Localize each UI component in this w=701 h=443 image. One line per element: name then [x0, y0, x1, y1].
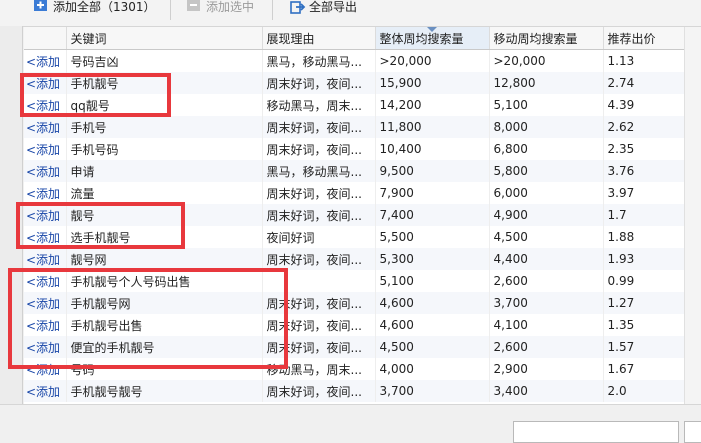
- highlight-box: [8, 268, 288, 369]
- highlight-box: [20, 73, 171, 117]
- keyword-cell: 手机靓号靓号: [66, 380, 263, 402]
- mobile-volume-cell: 2,900: [489, 358, 604, 380]
- keyword-cell: 靓号网: [66, 248, 263, 270]
- add-selected-icon: [187, 0, 201, 12]
- mobile-volume-cell: 5,100: [489, 94, 604, 116]
- total-volume-cell: 15,900: [375, 72, 490, 94]
- total-volume-cell: 10,400: [375, 138, 490, 160]
- reason-cell: 周末好词，夜间...: [262, 380, 376, 402]
- table-row[interactable]: <添加 号码吉凶 黑马，移动黑马... >20,000 >20,000 1.13: [24, 49, 701, 72]
- mobile-volume-cell: 3,700: [489, 292, 604, 314]
- keyword-cell: 手机号码: [66, 138, 263, 160]
- add-link[interactable]: <添加: [24, 138, 67, 160]
- export-all-label: 全部导出: [309, 0, 358, 14]
- export-all-button[interactable]: 全部导出: [290, 0, 357, 20]
- toolbar: 添加全部（1301） 添加选中 全部导出: [0, 0, 701, 27]
- table-row[interactable]: <添加 流量 周末好词，夜间... 7,900 6,000 3.97: [24, 182, 701, 204]
- mobile-volume-cell: 4,500: [489, 226, 604, 248]
- reason-cell: 周末好词，夜间...: [262, 116, 376, 138]
- reason-cell: 周末好词，夜间...: [262, 182, 376, 204]
- keyword-cell: 申请: [66, 160, 263, 182]
- total-volume-cell: 7,400: [375, 204, 490, 226]
- table-row[interactable]: <添加 手机号 周末好词，夜间... 11,800 8,000 2.62: [24, 116, 701, 138]
- mobile-volume-cell: 2,600: [489, 270, 604, 292]
- keyword-cell: 手机号: [66, 116, 263, 138]
- keyword-cell: 号码吉凶: [66, 49, 263, 72]
- column-header-mobile-volume[interactable]: 移动周均搜索量: [489, 27, 604, 50]
- add-link[interactable]: <添加: [24, 116, 67, 138]
- toolbar-divider: [272, 0, 273, 20]
- total-volume-cell: >20,000: [375, 49, 490, 72]
- status-bar: [0, 404, 701, 443]
- table-row[interactable]: <添加 申请 黑马，移动黑马... 9,500 5,800 3.76: [24, 160, 701, 182]
- status-field: [684, 421, 701, 443]
- total-volume-cell: 7,900: [375, 182, 490, 204]
- add-all-label: 添加全部（1301）: [53, 0, 156, 14]
- add-link[interactable]: <添加: [24, 248, 67, 270]
- reason-cell: 黑马，移动黑马...: [262, 160, 376, 182]
- add-selected-button[interactable]: 添加选中: [187, 0, 254, 20]
- column-header-total-volume-label: 整体周均搜索量: [379, 31, 464, 46]
- table-row[interactable]: <添加 靓号网 周末好词，夜间... 5,300 4,400 1.93: [24, 248, 701, 270]
- mobile-volume-cell: 8,000: [489, 116, 604, 138]
- vertical-scrollbar[interactable]: [684, 27, 701, 404]
- mobile-volume-cell: 5,800: [489, 160, 604, 182]
- mobile-volume-cell: 12,800: [489, 72, 604, 94]
- mobile-volume-cell: >20,000: [489, 49, 604, 72]
- table-row[interactable]: <添加 手机号码 周末好词，夜间... 10,400 6,800 2.35: [24, 138, 701, 160]
- reason-cell: 周末好词，夜间...: [262, 248, 376, 270]
- table-header-row: 关键词 展现理由 整体周均搜索量 移动周均搜索量 推荐出价: [24, 27, 701, 50]
- total-volume-cell: 3,700: [375, 380, 490, 402]
- add-selected-label: 添加选中: [206, 0, 255, 14]
- total-volume-cell: 4,600: [375, 314, 490, 336]
- add-icon: [34, 0, 48, 12]
- reason-cell: 黑马，移动黑马...: [262, 49, 376, 72]
- toolbar-divider: [170, 0, 171, 20]
- reason-cell: 周末好词，夜间...: [262, 204, 376, 226]
- mobile-volume-cell: 4,100: [489, 314, 604, 336]
- total-volume-cell: 4,500: [375, 336, 490, 358]
- sort-desc-icon: [427, 27, 437, 32]
- add-all-button[interactable]: 添加全部（1301）: [34, 0, 156, 20]
- total-volume-cell: 5,500: [375, 226, 490, 248]
- total-volume-cell: 4,000: [375, 358, 490, 380]
- add-link[interactable]: <添加: [24, 182, 67, 204]
- total-volume-cell: 9,500: [375, 160, 490, 182]
- column-header-action: [24, 27, 67, 50]
- column-header-keyword[interactable]: 关键词: [66, 27, 263, 50]
- table-row[interactable]: <添加 手机靓号靓号 周末好词，夜间... 3,700 3,400 2.0: [24, 380, 701, 402]
- total-volume-cell: 5,300: [375, 248, 490, 270]
- mobile-volume-cell: 6,000: [489, 182, 604, 204]
- total-volume-cell: 4,600: [375, 292, 490, 314]
- mobile-volume-cell: 6,800: [489, 138, 604, 160]
- mobile-volume-cell: 4,900: [489, 204, 604, 226]
- reason-cell: 周末好词，夜间...: [262, 138, 376, 160]
- keyword-cell: 流量: [66, 182, 263, 204]
- mobile-volume-cell: 3,400: [489, 380, 604, 402]
- column-header-total-volume[interactable]: 整体周均搜索量: [375, 27, 490, 50]
- add-link[interactable]: <添加: [24, 380, 67, 402]
- add-link[interactable]: <添加: [24, 160, 67, 182]
- reason-cell: 周末好词，夜间...: [262, 72, 376, 94]
- reason-cell: 夜间好词: [262, 226, 376, 248]
- total-volume-cell: 11,800: [375, 116, 490, 138]
- column-header-reason[interactable]: 展现理由: [262, 27, 376, 50]
- reason-cell: 移动黑马，周末...: [262, 94, 376, 116]
- mobile-volume-cell: 4,400: [489, 248, 604, 270]
- total-volume-cell: 5,100: [375, 270, 490, 292]
- mobile-volume-cell: 2,600: [489, 336, 604, 358]
- add-link[interactable]: <添加: [24, 49, 67, 72]
- total-volume-cell: 14,200: [375, 94, 490, 116]
- highlight-box: [16, 202, 185, 249]
- export-icon: [290, 0, 306, 14]
- status-field: [513, 421, 679, 443]
